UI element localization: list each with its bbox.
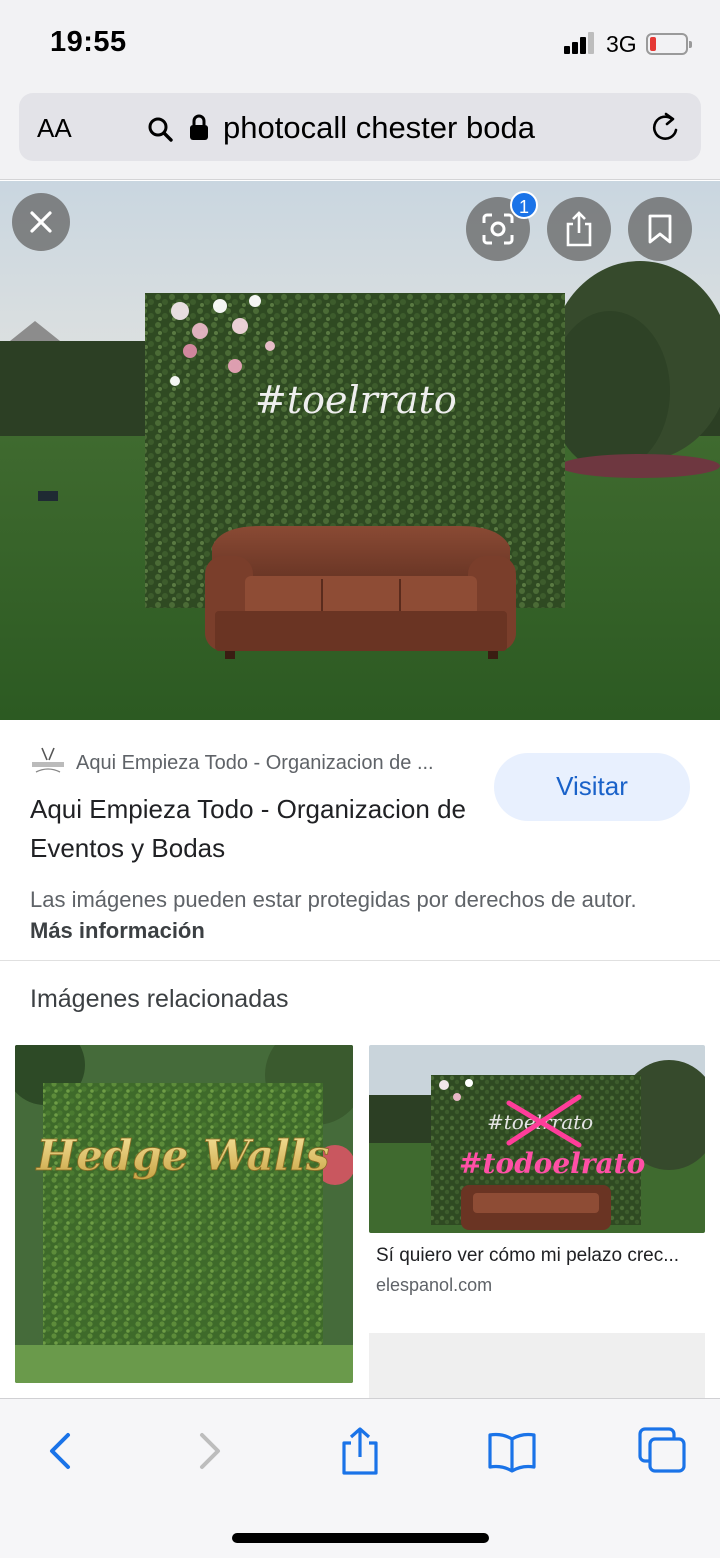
forward-icon[interactable]: [182, 1427, 234, 1475]
lens-notification-badge: 1: [510, 191, 538, 219]
photocall-image: #toelrrato: [0, 181, 720, 720]
status-time: 19:55: [50, 26, 127, 58]
related-images-heading: Imágenes relacionadas: [30, 985, 289, 1013]
tabs-icon[interactable]: [636, 1427, 688, 1475]
address-bar[interactable]: AA photocall chester boda: [19, 93, 701, 161]
signal-strength-icon: [564, 32, 600, 54]
save-image-button[interactable]: [628, 197, 692, 261]
network-type: 3G: [606, 31, 637, 57]
related-image-todoelrato[interactable]: #toelrrato #todoelrato: [369, 1045, 705, 1233]
bookmark-icon: [648, 214, 672, 244]
chester-sofa: [205, 526, 516, 659]
url-text[interactable]: photocall chester boda: [223, 110, 535, 146]
close-button[interactable]: [12, 193, 70, 251]
related-item-title[interactable]: Sí quiero ver cómo mi pelazo crec...: [376, 1245, 696, 1267]
hedge-walls-text: Hedge Walls: [36, 1131, 330, 1180]
neon-pink-text: #todoelrato: [459, 1147, 645, 1180]
home-indicator[interactable]: [232, 1533, 489, 1543]
reader-settings-button[interactable]: AA: [37, 113, 72, 144]
visit-button[interactable]: Visitar: [494, 753, 690, 821]
related-image-hedge-walls[interactable]: Hedge Walls: [15, 1045, 353, 1383]
todoelrato-image: #toelrrato #todoelrato: [369, 1045, 705, 1233]
reader-settings-label: AA: [37, 113, 72, 143]
search-icon: [148, 117, 173, 142]
hedge-walls-image: Hedge Walls: [15, 1045, 353, 1383]
main-image[interactable]: #toelrrato: [0, 181, 720, 720]
related-item-source: elespanol.com: [376, 1275, 493, 1295]
share-icon: [566, 211, 592, 247]
lock-icon: [190, 114, 208, 140]
bookmarks-icon[interactable]: [486, 1427, 538, 1475]
lens-icon: [482, 213, 514, 245]
share-icon[interactable]: [334, 1427, 386, 1475]
close-icon: [30, 211, 52, 233]
source-name: Aqui Empieza Todo - Organizacion de ...: [76, 751, 434, 774]
copyright-text: Las imágenes pueden estar protegidas por…: [30, 887, 637, 912]
back-icon[interactable]: [38, 1427, 90, 1475]
address-bar-area: AA photocall chester boda: [0, 90, 720, 180]
source-row[interactable]: Aqui Empieza Todo - Organizacion de ...: [30, 746, 470, 780]
status-bar: 19:55 3G: [0, 0, 720, 90]
more-info-link[interactable]: Más información: [30, 918, 205, 943]
battery-icon: [646, 33, 692, 55]
share-image-button[interactable]: [547, 197, 611, 261]
reload-icon[interactable]: [649, 111, 681, 145]
result-title[interactable]: Aqui Empieza Todo - Organizacion de Even…: [30, 790, 470, 868]
source-logo-icon: [32, 747, 64, 773]
copyright-notice: Las imágenes pueden estar protegidas por…: [30, 884, 670, 946]
neon-sign-text: #toelrrato: [255, 378, 457, 422]
divider: [0, 960, 720, 961]
